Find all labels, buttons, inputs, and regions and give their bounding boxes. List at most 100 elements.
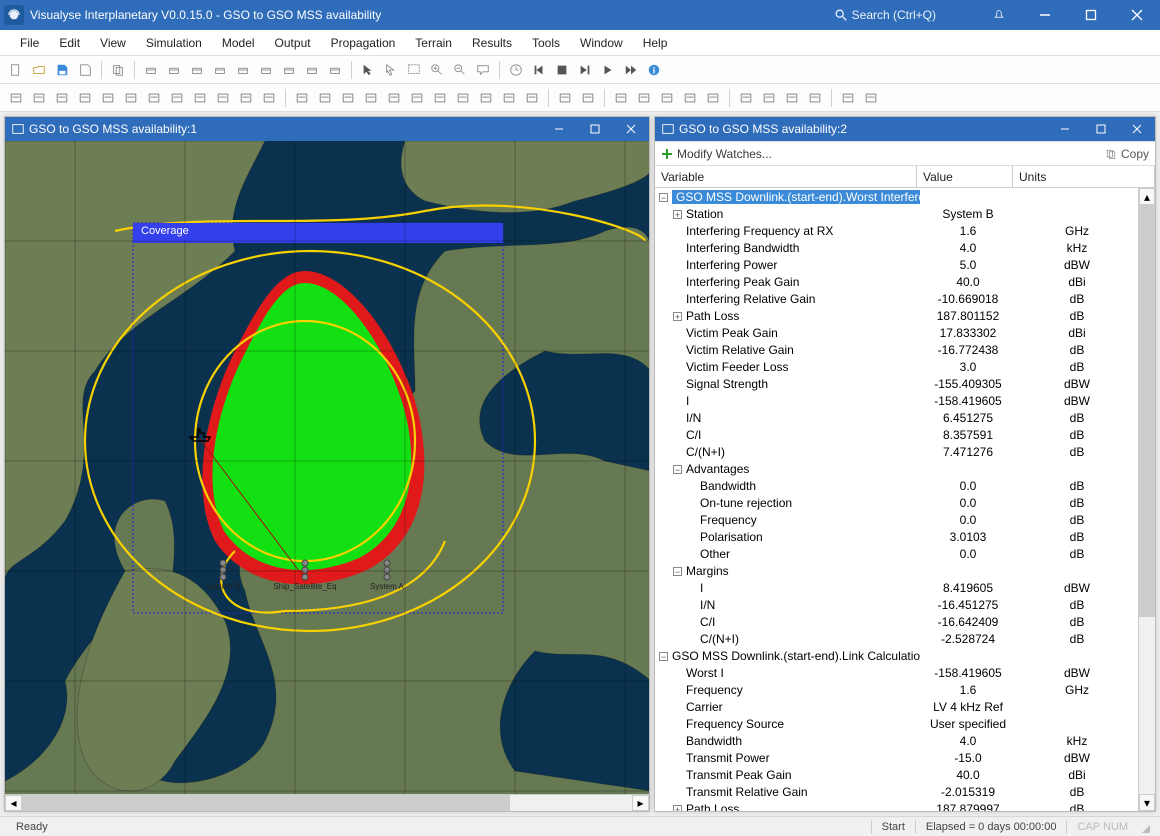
- step-icon[interactable]: [575, 60, 595, 80]
- copy-button[interactable]: Copy: [1105, 147, 1149, 161]
- tree-toggle-icon[interactable]: −: [673, 465, 682, 474]
- map3-icon[interactable]: [338, 88, 358, 108]
- chart-icon[interactable]: [361, 88, 381, 108]
- tree-icon[interactable]: [838, 88, 858, 108]
- zoom-out-icon[interactable]: [450, 60, 470, 80]
- menu-output[interactable]: Output: [265, 32, 321, 54]
- menu-simulation[interactable]: Simulation: [136, 32, 212, 54]
- tool-icon[interactable]: [141, 60, 161, 80]
- new-file-icon[interactable]: [6, 60, 26, 80]
- scroll-down-button[interactable]: ▾: [1139, 794, 1155, 811]
- watch-row[interactable]: I/N-16.451275dB: [655, 596, 1138, 613]
- watch-row[interactable]: I8.419605dBW: [655, 579, 1138, 596]
- star-icon[interactable]: [190, 88, 210, 108]
- bell-icon[interactable]: [976, 0, 1022, 30]
- menu-tools[interactable]: Tools: [522, 32, 570, 54]
- watch-row[interactable]: Interfering Power5.0dBW: [655, 256, 1138, 273]
- tool-icon[interactable]: [325, 60, 345, 80]
- child-maximize-button[interactable]: [1083, 117, 1119, 141]
- watch-row[interactable]: +Path Loss187.879997dB: [655, 800, 1138, 811]
- watch-row[interactable]: Interfering Relative Gain-10.669018dB: [655, 290, 1138, 307]
- tool-icon[interactable]: [164, 60, 184, 80]
- grid-icon[interactable]: [430, 88, 450, 108]
- map-view[interactable]: System B Ship_Satellite_Eq System A Cove…: [5, 141, 649, 794]
- building-icon[interactable]: [861, 88, 881, 108]
- watch-row[interactable]: CarrierLV 4 kHz Ref: [655, 698, 1138, 715]
- zoom-rect-icon[interactable]: [404, 60, 424, 80]
- open-file-icon[interactable]: [29, 60, 49, 80]
- menu-view[interactable]: View: [90, 32, 136, 54]
- watch-row[interactable]: Frequency0.0dB: [655, 511, 1138, 528]
- watch-header[interactable]: Variable Value Units: [655, 166, 1155, 188]
- scroll-right-button[interactable]: ▸: [632, 795, 649, 811]
- watch-row[interactable]: Victim Relative Gain-16.772438dB: [655, 341, 1138, 358]
- rect-icon[interactable]: [75, 88, 95, 108]
- tree-toggle-icon[interactable]: +: [673, 805, 682, 811]
- star-icon[interactable]: [167, 88, 187, 108]
- child-close-button[interactable]: [613, 117, 649, 141]
- watch-row[interactable]: C/(N+I)-2.528724dB: [655, 630, 1138, 647]
- copy-icon[interactable]: [108, 60, 128, 80]
- zoom-in-icon[interactable]: [427, 60, 447, 80]
- watch-row[interactable]: −Advantages: [655, 460, 1138, 477]
- pointer-icon[interactable]: [358, 60, 378, 80]
- menu-window[interactable]: Window: [570, 32, 633, 54]
- menu-help[interactable]: Help: [633, 32, 678, 54]
- layer-icon[interactable]: [680, 88, 700, 108]
- map2-icon[interactable]: [315, 88, 335, 108]
- minimize-button[interactable]: [1022, 0, 1068, 30]
- watch-row[interactable]: C/(N+I)7.471276dB: [655, 443, 1138, 460]
- watch-row[interactable]: Interfering Frequency at RX1.6GHz: [655, 222, 1138, 239]
- watch-row[interactable]: C/I8.357591dB: [655, 426, 1138, 443]
- search-box[interactable]: Search (Ctrl+Q): [834, 8, 936, 22]
- grid-icon[interactable]: [805, 88, 825, 108]
- panel-icon[interactable]: [555, 88, 575, 108]
- child-minimize-button[interactable]: [1047, 117, 1083, 141]
- watch-row[interactable]: Frequency SourceUser specified: [655, 715, 1138, 732]
- watch-row[interactable]: On-tune rejection0.0dB: [655, 494, 1138, 511]
- grid-icon[interactable]: [759, 88, 779, 108]
- watch-row[interactable]: I-158.419605dBW: [655, 392, 1138, 409]
- watch-row[interactable]: −GSO MSS Downlink.(start-end).Worst Inte…: [655, 188, 1138, 205]
- stop-icon[interactable]: [552, 60, 572, 80]
- watch-row[interactable]: +Path Loss187.801152dB: [655, 307, 1138, 324]
- resize-grip-icon[interactable]: [1136, 819, 1152, 835]
- tree-toggle-icon[interactable]: +: [673, 210, 682, 219]
- watch-row[interactable]: Transmit Peak Gain40.0dBi: [655, 766, 1138, 783]
- grid-icon[interactable]: [782, 88, 802, 108]
- layer-icon[interactable]: [634, 88, 654, 108]
- tool-icon[interactable]: [187, 60, 207, 80]
- clock-icon[interactable]: [506, 60, 526, 80]
- fast-forward-icon[interactable]: [621, 60, 641, 80]
- sigma-icon[interactable]: [499, 88, 519, 108]
- tool-icon[interactable]: [233, 60, 253, 80]
- bar-icon[interactable]: [453, 88, 473, 108]
- fn-icon[interactable]: [259, 88, 279, 108]
- watch-scrollbar-vert[interactable]: ▴ ▾: [1138, 188, 1155, 811]
- watch-row[interactable]: Transmit Power-15.0dBW: [655, 749, 1138, 766]
- layer-icon[interactable]: [703, 88, 723, 108]
- watch-row[interactable]: Worst I-158.419605dBW: [655, 664, 1138, 681]
- child-titlebar-2[interactable]: GSO to GSO MSS availability:2: [655, 117, 1155, 141]
- watch-body[interactable]: −GSO MSS Downlink.(start-end).Worst Inte…: [655, 188, 1138, 811]
- watch-row[interactable]: Victim Feeder Loss3.0dB: [655, 358, 1138, 375]
- menu-results[interactable]: Results: [462, 32, 522, 54]
- skip-start-icon[interactable]: [529, 60, 549, 80]
- watch-row[interactable]: Victim Peak Gain17.833302dBi: [655, 324, 1138, 341]
- watch-row[interactable]: Polarisation3.0103dB: [655, 528, 1138, 545]
- col-value[interactable]: Value: [917, 166, 1013, 187]
- select-arrow-icon[interactable]: [381, 60, 401, 80]
- watch-row[interactable]: Other0.0dB: [655, 545, 1138, 562]
- col-units[interactable]: Units: [1013, 166, 1155, 187]
- play-icon[interactable]: [598, 60, 618, 80]
- watch-row[interactable]: −GSO MSS Downlink.(start-end).Link Calcu…: [655, 647, 1138, 664]
- watch-row[interactable]: I/N6.451275dB: [655, 409, 1138, 426]
- watch-row[interactable]: Signal Strength-155.409305dBW: [655, 375, 1138, 392]
- dot-icon[interactable]: [29, 88, 49, 108]
- list-icon[interactable]: [522, 88, 542, 108]
- menu-file[interactable]: File: [10, 32, 49, 54]
- watch-row[interactable]: Frequency1.6GHz: [655, 681, 1138, 698]
- child-close-button[interactable]: [1119, 117, 1155, 141]
- tree-toggle-icon[interactable]: −: [659, 652, 668, 661]
- menu-propagation[interactable]: Propagation: [321, 32, 406, 54]
